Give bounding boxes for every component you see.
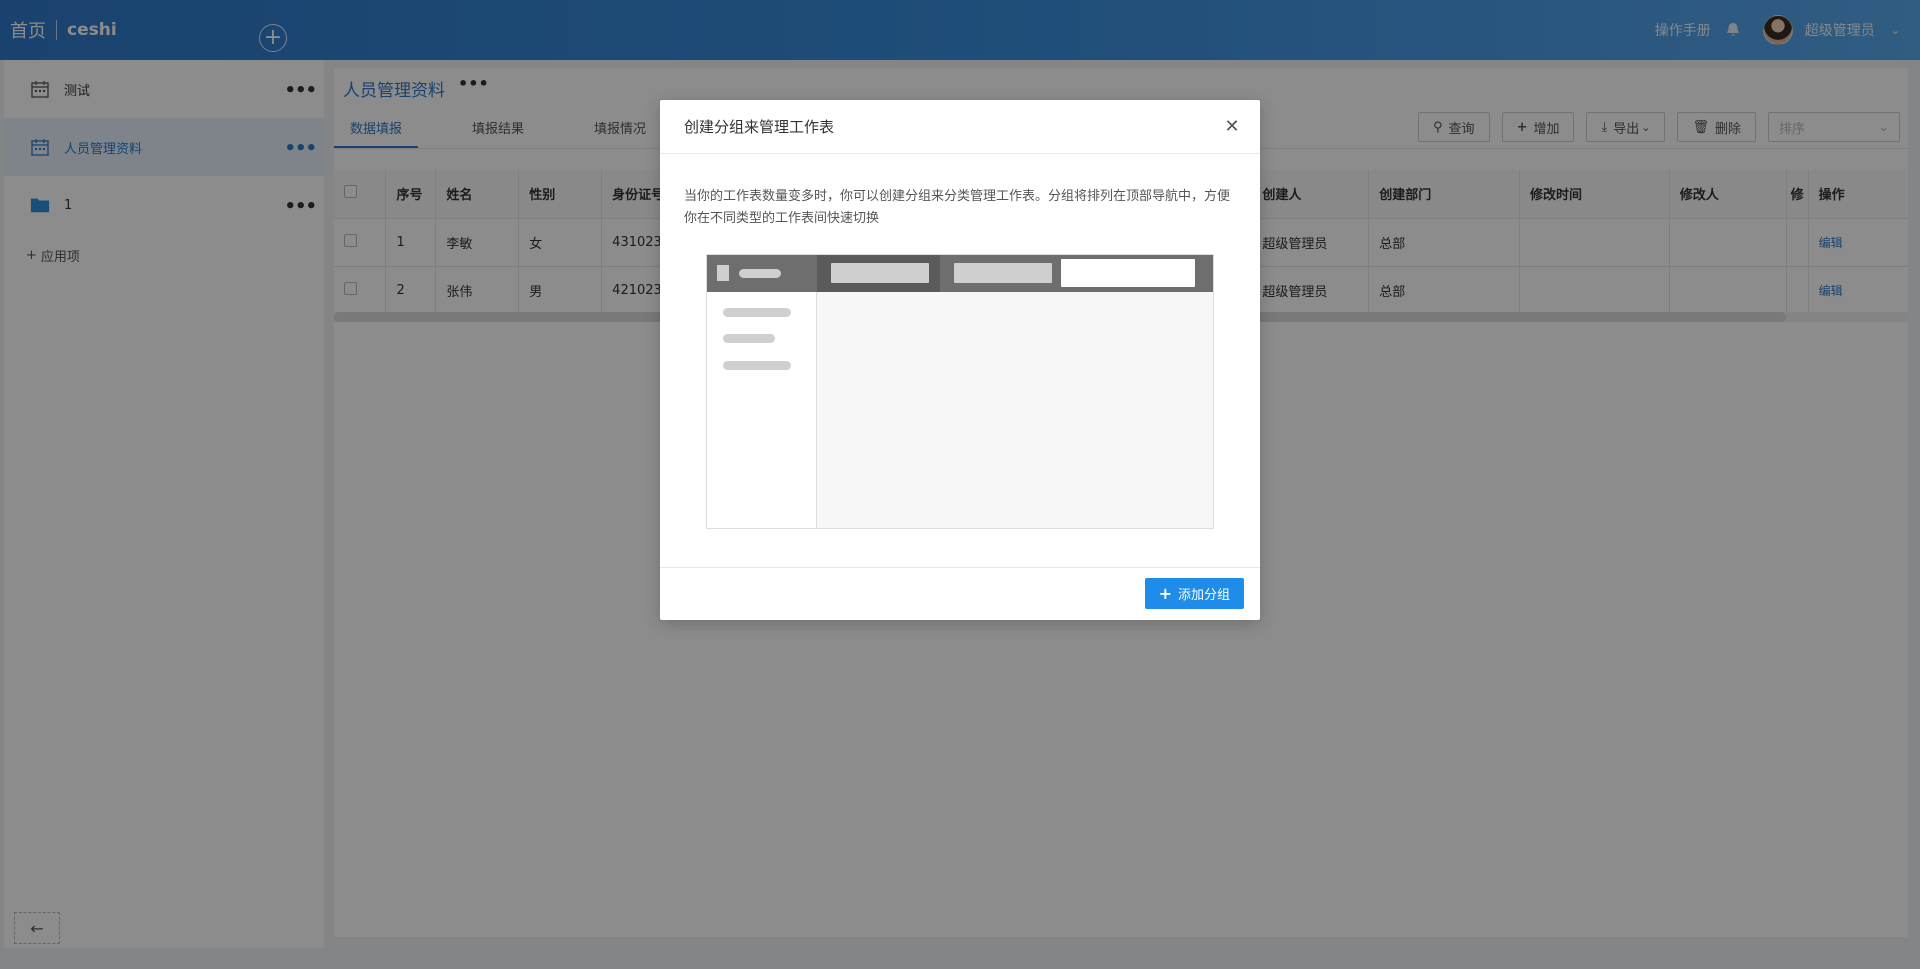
illustration-logo-text — [739, 269, 781, 278]
modal-title: 创建分组来管理工作表 — [660, 100, 1260, 154]
illustration-sidebar-line — [723, 334, 775, 343]
illustration-logo-icon — [717, 265, 729, 281]
modal-description: 当你的工作表数量变多时，你可以创建分组来分类管理工作表。分组将排列在顶部导航中，… — [684, 189, 1231, 226]
close-icon[interactable]: ✕ — [1222, 116, 1242, 137]
illustration-topbar — [707, 255, 1213, 292]
create-group-modal: 创建分组来管理工作表 ✕ 当你的工作表数量变多时，你可以创建分组来分类管理工作表… — [660, 100, 1260, 620]
illustration-nav-tab-active — [1061, 259, 1195, 287]
modal-footer: + 添加分组 — [660, 567, 1260, 620]
illustration-nav-tab — [831, 263, 929, 283]
add-group-button[interactable]: + 添加分组 — [1144, 578, 1244, 609]
illustration-nav-tab — [954, 263, 1052, 283]
illustration-sidebar — [707, 292, 817, 528]
group-illustration — [706, 254, 1214, 529]
plus-icon: + — [1158, 584, 1172, 603]
illustration-sidebar-line — [723, 308, 791, 317]
add-group-label: 添加分组 — [1177, 588, 1230, 603]
illustration-sidebar-line — [723, 361, 791, 370]
